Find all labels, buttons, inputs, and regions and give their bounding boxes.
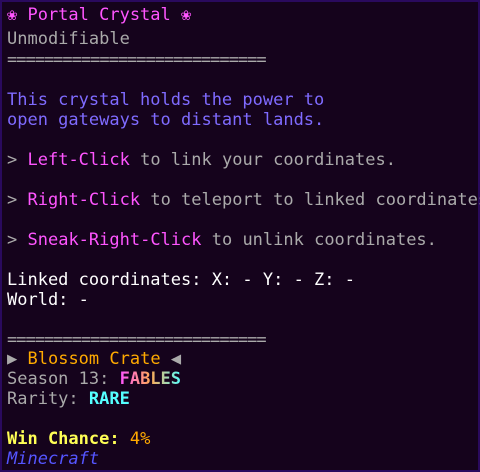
action-key: Left-Click [27,150,130,170]
action-text: to unlink coordinates. [201,230,437,250]
top-separator: ============================ [7,50,267,70]
description-line-1: This crystal holds the power to [7,90,325,110]
item-tooltip: ❀ Portal Crystal ❀ Unmodifiable ========… [0,0,480,472]
win-chance-value: 4% [129,429,151,449]
bottom-separator: ============================ [7,330,267,350]
unmodifiable-label: Unmodifiable [7,29,130,49]
action-left-click: > Left-Click to link your coordinates. [7,150,396,170]
rarity-value: RARE [88,389,130,409]
bullet-icon: > [7,230,18,250]
item-title: ❀ Portal Crystal ❀ [7,5,192,25]
win-chance-line: Win Chance: 4% [7,429,150,449]
source-label: Minecraft [7,449,100,469]
left-arrow-icon: ◀ [170,349,182,369]
bullet-icon: > [7,190,18,210]
action-text: to teleport to linked coordinates. [140,190,480,210]
right-arrow-icon: ▶ [7,349,18,369]
action-key: Sneak-Right-Click [27,230,202,250]
crate-line: ▶ Blossom Crate ◀ [7,349,181,369]
season-label: Season 13: [7,369,120,389]
season-line: Season 13: FABLES [7,369,181,389]
rarity-line: Rarity: RARE [7,389,130,409]
crate-name: Blossom Crate [27,349,161,369]
action-sneak-right-click: > Sneak-Right-Click to unlink coordinate… [7,230,437,250]
description-line-2: open gateways to distant lands. [7,110,325,130]
rarity-label: Rarity: [7,389,89,409]
bullet-icon: > [7,150,18,170]
action-text: to link your coordinates. [129,150,396,170]
linked-coordinates: Linked coordinates: X: - Y: - Z: - [7,270,355,290]
win-chance-label: Win Chance: [7,429,130,449]
world-line: World: - [7,290,89,310]
action-right-click: > Right-Click to teleport to linked coor… [7,190,480,210]
season-value: FABLES [119,369,182,389]
action-key: Right-Click [27,190,141,210]
